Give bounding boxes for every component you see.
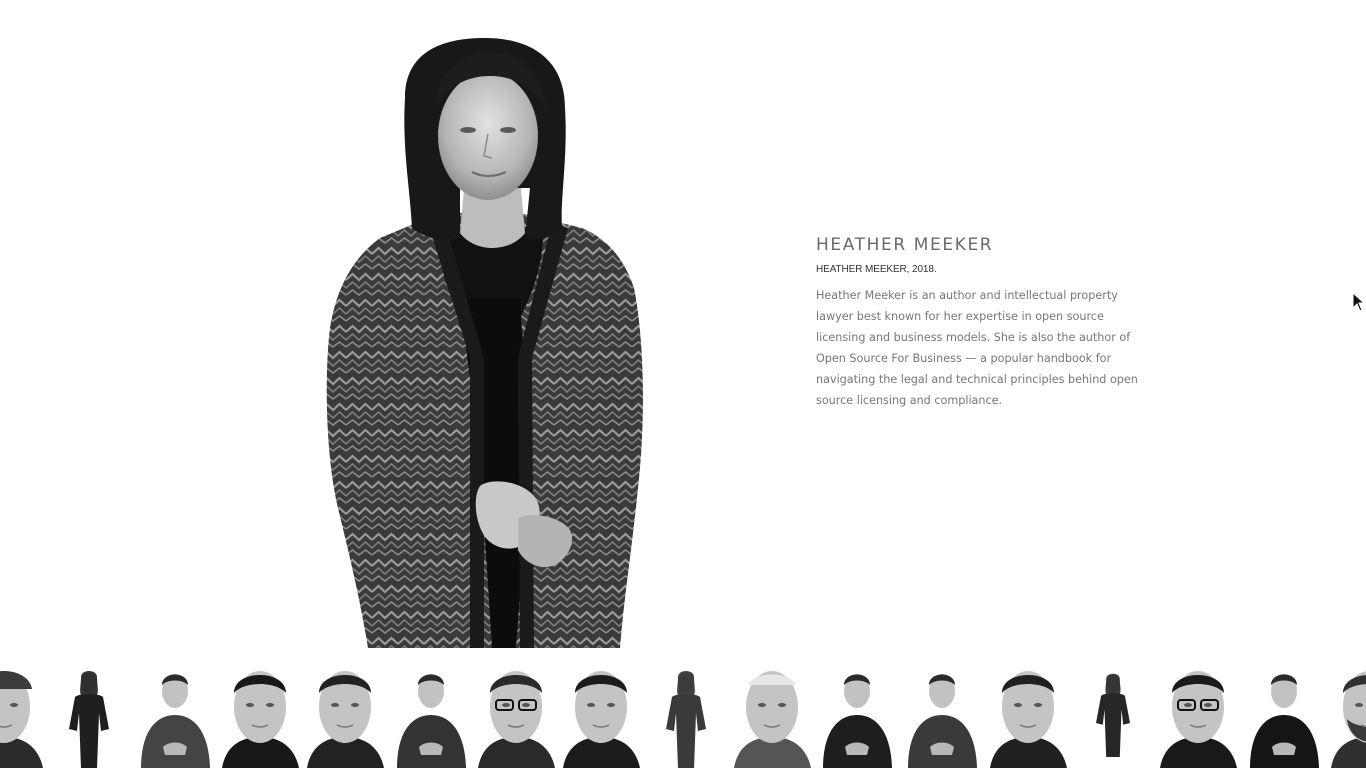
thumbnail-portrait[interactable]	[733, 663, 811, 768]
thumbnail-portrait[interactable]	[819, 663, 896, 768]
thumbnail-portrait[interactable]	[307, 663, 385, 768]
thumbnail-portrait[interactable]	[221, 663, 299, 768]
thumbnail-portrait[interactable]	[137, 663, 214, 768]
thumbnail-portrait[interactable]	[563, 663, 641, 768]
thumbnail-portrait[interactable]	[1246, 663, 1323, 768]
portrait-gallery-page: HEATHER MEEKER HEATHER MEEKER, 2018. Hea…	[0, 0, 1366, 768]
thumbnail-portrait[interactable]	[904, 663, 981, 768]
thumbnail-strip	[0, 663, 1366, 768]
person-description: Heather Meeker is an author and intellec…	[816, 289, 1138, 407]
photo-caption: HEATHER MEEKER, 2018.	[816, 264, 937, 275]
thumbnail-portrait[interactable]	[1330, 663, 1366, 768]
thumbnail-portrait[interactable]	[51, 663, 128, 768]
thumbnail-portrait[interactable]	[1160, 663, 1238, 768]
thumbnail-portrait[interactable]	[393, 663, 470, 768]
person-name: HEATHER MEEKER	[816, 235, 994, 255]
bio-panel: HEATHER MEEKER HEATHER MEEKER, 2018. Hea…	[816, 234, 1146, 411]
thumbnail-portrait[interactable]	[1075, 663, 1152, 768]
main-portrait-photo	[320, 38, 650, 648]
mouse-cursor-icon	[1352, 291, 1366, 312]
thumbnail-portrait[interactable]	[477, 663, 555, 768]
thumbnail-portrait[interactable]	[648, 663, 725, 768]
thumbnail-portrait[interactable]	[989, 663, 1067, 768]
thumbnail-portrait[interactable]	[0, 663, 43, 768]
